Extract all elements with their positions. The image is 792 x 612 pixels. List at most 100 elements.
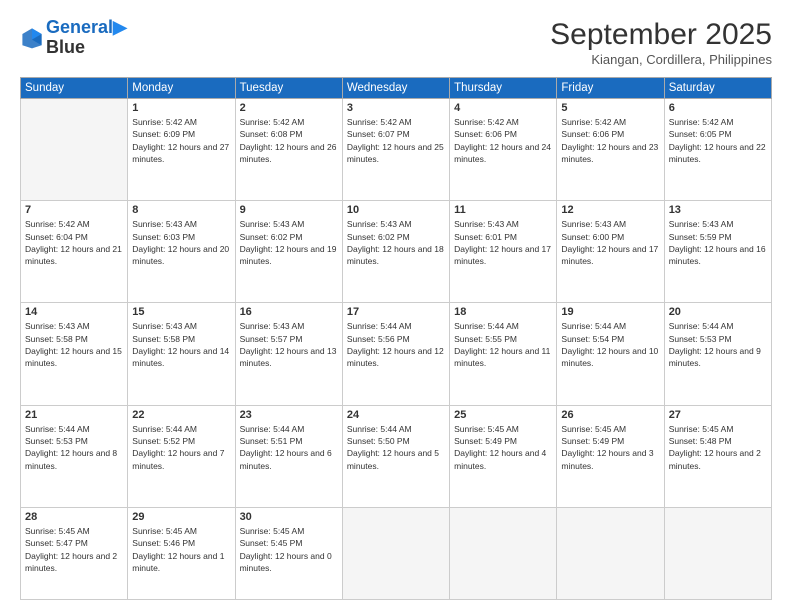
calendar-day-cell: 19 Sunrise: 5:44 AMSunset: 5:54 PMDayligh… (557, 303, 664, 405)
day-number: 15 (132, 306, 230, 318)
day-info: Sunrise: 5:42 AMSunset: 6:06 PMDaylight:… (561, 116, 659, 165)
calendar-week-row: 1 Sunrise: 5:42 AMSunset: 6:09 PMDaylight… (21, 99, 772, 201)
day-number: 28 (25, 511, 123, 523)
day-info: Sunrise: 5:45 AMSunset: 5:46 PMDaylight:… (132, 525, 230, 574)
calendar-day-cell: 29 Sunrise: 5:45 AMSunset: 5:46 PMDayligh… (128, 507, 235, 599)
day-info: Sunrise: 5:43 AMSunset: 6:03 PMDaylight:… (132, 218, 230, 267)
day-info: Sunrise: 5:42 AMSunset: 6:04 PMDaylight:… (25, 218, 123, 267)
calendar-day-cell: 20 Sunrise: 5:44 AMSunset: 5:53 PMDayligh… (664, 303, 771, 405)
calendar-day-cell: 5Sunrise: 5:42 AMSunset: 6:06 PMDaylight… (557, 99, 664, 201)
title-block: September 2025 Kiangan, Cordillera, Phil… (550, 18, 772, 67)
day-info: Sunrise: 5:44 AMSunset: 5:51 PMDaylight:… (240, 423, 338, 472)
location-subtitle: Kiangan, Cordillera, Philippines (550, 52, 772, 67)
day-number: 13 (669, 204, 767, 216)
day-info: Sunrise: 5:43 AMSunset: 6:00 PMDaylight:… (561, 218, 659, 267)
day-info: Sunrise: 5:43 AMSunset: 5:59 PMDaylight:… (669, 218, 767, 267)
day-number: 21 (25, 409, 123, 421)
day-info: Sunrise: 5:42 AMSunset: 6:09 PMDaylight:… (132, 116, 230, 165)
calendar-week-row: 14Sunrise: 5:43 AMSunset: 5:58 PMDayligh… (21, 303, 772, 405)
calendar-day-cell: 30 Sunrise: 5:45 AMSunset: 5:45 PMDayligh… (235, 507, 342, 599)
calendar-day-cell (342, 507, 449, 599)
calendar-week-row: 7Sunrise: 5:42 AMSunset: 6:04 PMDaylight… (21, 201, 772, 303)
calendar-day-cell: 11Sunrise: 5:43 AMSunset: 6:01 PMDayligh… (450, 201, 557, 303)
calendar-day-cell (21, 99, 128, 201)
day-number: 8 (132, 204, 230, 216)
calendar-week-row: 28 Sunrise: 5:45 AMSunset: 5:47 PMDayligh… (21, 507, 772, 599)
day-number: 11 (454, 204, 552, 216)
calendar-day-cell: 9Sunrise: 5:43 AMSunset: 6:02 PMDaylight… (235, 201, 342, 303)
day-info: Sunrise: 5:42 AMSunset: 6:08 PMDaylight:… (240, 116, 338, 165)
calendar-day-cell: 4Sunrise: 5:42 AMSunset: 6:06 PMDaylight… (450, 99, 557, 201)
day-info: Sunrise: 5:42 AMSunset: 6:07 PMDaylight:… (347, 116, 445, 165)
calendar-day-cell: 1 Sunrise: 5:42 AMSunset: 6:09 PMDaylight… (128, 99, 235, 201)
logo: General▶ Blue (20, 18, 127, 58)
day-number: 10 (347, 204, 445, 216)
header: General▶ Blue September 2025 Kiangan, Co… (20, 18, 772, 67)
calendar-day-cell: 7Sunrise: 5:42 AMSunset: 6:04 PMDaylight… (21, 201, 128, 303)
day-info: Sunrise: 5:42 AMSunset: 6:06 PMDaylight:… (454, 116, 552, 165)
day-info: Sunrise: 5:44 AMSunset: 5:53 PMDaylight:… (25, 423, 123, 472)
day-number: 20 (669, 306, 767, 318)
page: General▶ Blue September 2025 Kiangan, Co… (0, 0, 792, 612)
calendar-day-cell (557, 507, 664, 599)
calendar-day-cell: 27 Sunrise: 5:45 AMSunset: 5:48 PMDayligh… (664, 405, 771, 507)
weekday-header: Thursday (450, 78, 557, 99)
weekday-header: Tuesday (235, 78, 342, 99)
calendar-day-cell: 18 Sunrise: 5:44 AMSunset: 5:55 PMDayligh… (450, 303, 557, 405)
calendar-week-row: 21 Sunrise: 5:44 AMSunset: 5:53 PMDayligh… (21, 405, 772, 507)
weekday-header: Saturday (664, 78, 771, 99)
day-info: Sunrise: 5:43 AMSunset: 6:02 PMDaylight:… (347, 218, 445, 267)
calendar-day-cell: 22 Sunrise: 5:44 AMSunset: 5:52 PMDayligh… (128, 405, 235, 507)
calendar-day-cell: 25Sunrise: 5:45 AMSunset: 5:49 PMDayligh… (450, 405, 557, 507)
day-info: Sunrise: 5:43 AMSunset: 5:58 PMDaylight:… (132, 320, 230, 369)
day-info: Sunrise: 5:44 AMSunset: 5:55 PMDaylight:… (454, 320, 552, 369)
day-number: 1 (132, 102, 230, 114)
day-number: 17 (347, 306, 445, 318)
day-info: Sunrise: 5:45 AMSunset: 5:45 PMDaylight:… (240, 525, 338, 574)
calendar-table: SundayMondayTuesdayWednesdayThursdayFrid… (20, 77, 772, 600)
day-number: 2 (240, 102, 338, 114)
calendar-day-cell: 13 Sunrise: 5:43 AMSunset: 5:59 PMDayligh… (664, 201, 771, 303)
day-info: Sunrise: 5:44 AMSunset: 5:52 PMDaylight:… (132, 423, 230, 472)
day-info: Sunrise: 5:43 AMSunset: 5:58 PMDaylight:… (25, 320, 123, 369)
day-info: Sunrise: 5:43 AMSunset: 5:57 PMDaylight:… (240, 320, 338, 369)
day-info: Sunrise: 5:45 AMSunset: 5:48 PMDaylight:… (669, 423, 767, 472)
day-info: Sunrise: 5:44 AMSunset: 5:56 PMDaylight:… (347, 320, 445, 369)
calendar-day-cell: 15 Sunrise: 5:43 AMSunset: 5:58 PMDayligh… (128, 303, 235, 405)
day-number: 3 (347, 102, 445, 114)
day-number: 6 (669, 102, 767, 114)
calendar-day-cell: 24Sunrise: 5:44 AMSunset: 5:50 PMDayligh… (342, 405, 449, 507)
day-info: Sunrise: 5:43 AMSunset: 6:02 PMDaylight:… (240, 218, 338, 267)
day-number: 29 (132, 511, 230, 523)
day-info: Sunrise: 5:44 AMSunset: 5:50 PMDaylight:… (347, 423, 445, 472)
calendar-day-cell (664, 507, 771, 599)
day-number: 18 (454, 306, 552, 318)
weekday-header: Wednesday (342, 78, 449, 99)
calendar-day-cell: 26Sunrise: 5:45 AMSunset: 5:49 PMDayligh… (557, 405, 664, 507)
calendar-day-cell: 10 Sunrise: 5:43 AMSunset: 6:02 PMDayligh… (342, 201, 449, 303)
logo-text: General▶ Blue (46, 18, 127, 58)
day-number: 22 (132, 409, 230, 421)
day-number: 19 (561, 306, 659, 318)
day-number: 25 (454, 409, 552, 421)
calendar-day-cell: 2 Sunrise: 5:42 AMSunset: 6:08 PMDaylight… (235, 99, 342, 201)
logo-line1: General (46, 17, 113, 37)
calendar-day-cell: 6Sunrise: 5:42 AMSunset: 6:05 PMDaylight… (664, 99, 771, 201)
day-number: 26 (561, 409, 659, 421)
calendar-day-cell: 17 Sunrise: 5:44 AMSunset: 5:56 PMDayligh… (342, 303, 449, 405)
calendar-day-cell: 16 Sunrise: 5:43 AMSunset: 5:57 PMDayligh… (235, 303, 342, 405)
day-number: 12 (561, 204, 659, 216)
day-number: 27 (669, 409, 767, 421)
day-info: Sunrise: 5:44 AMSunset: 5:53 PMDaylight:… (669, 320, 767, 369)
calendar-day-cell (450, 507, 557, 599)
calendar-day-cell: 23Sunrise: 5:44 AMSunset: 5:51 PMDayligh… (235, 405, 342, 507)
calendar-day-cell: 12 Sunrise: 5:43 AMSunset: 6:00 PMDayligh… (557, 201, 664, 303)
day-info: Sunrise: 5:44 AMSunset: 5:54 PMDaylight:… (561, 320, 659, 369)
calendar-header-row: SundayMondayTuesdayWednesdayThursdayFrid… (21, 78, 772, 99)
day-number: 16 (240, 306, 338, 318)
day-info: Sunrise: 5:45 AMSunset: 5:47 PMDaylight:… (25, 525, 123, 574)
logo-icon (20, 26, 44, 50)
weekday-header: Sunday (21, 78, 128, 99)
calendar-day-cell: 3 Sunrise: 5:42 AMSunset: 6:07 PMDaylight… (342, 99, 449, 201)
day-number: 30 (240, 511, 338, 523)
